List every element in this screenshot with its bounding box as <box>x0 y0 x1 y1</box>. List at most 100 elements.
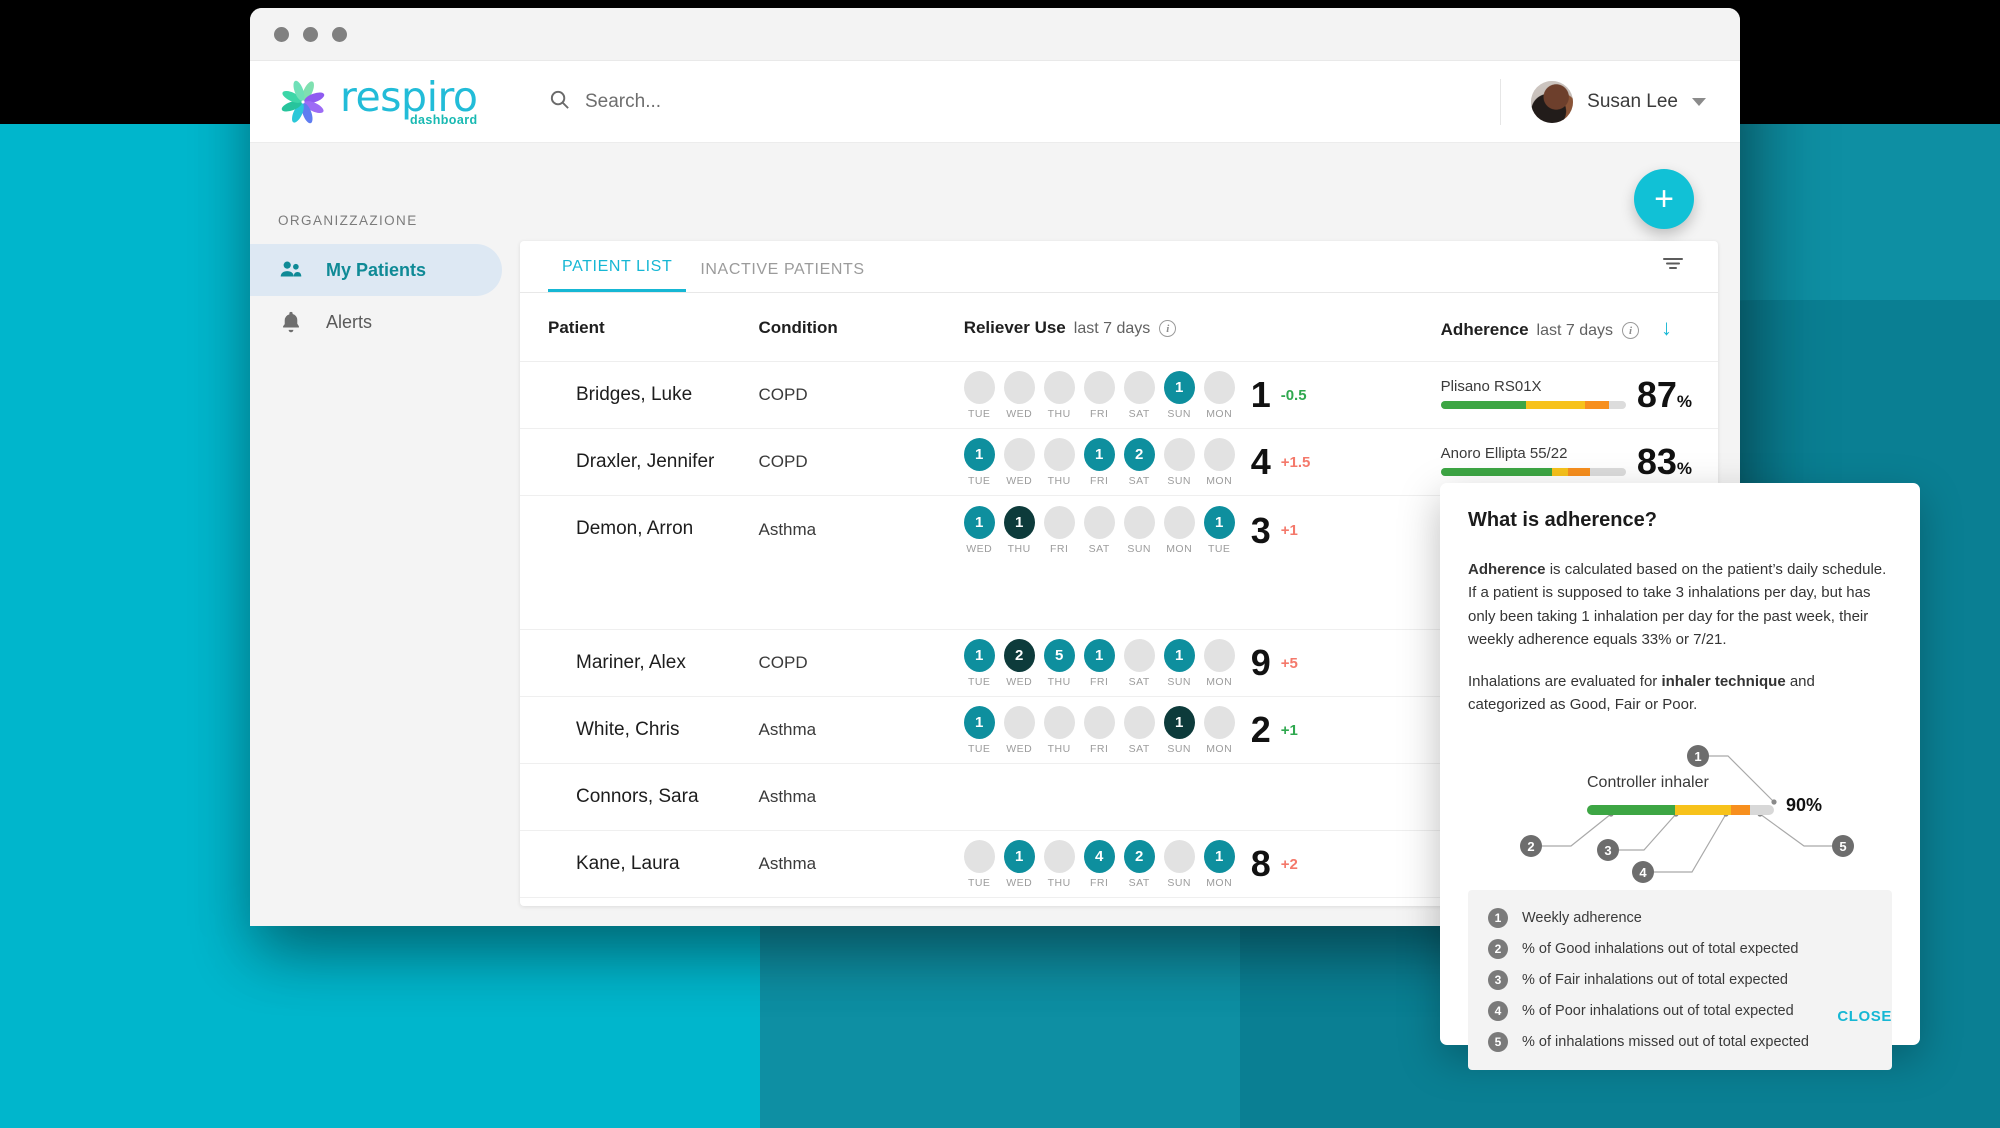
reliever-day[interactable]: 1 SUN <box>1163 638 1195 688</box>
reliever-day[interactable]: THU <box>1043 705 1075 755</box>
reliever-day[interactable]: 4 FRI <box>1083 839 1115 889</box>
reliever-day[interactable]: THU <box>1043 370 1075 420</box>
user-menu[interactable]: Susan Lee <box>1500 78 1740 125</box>
adherence-percent: 87% <box>1636 374 1692 415</box>
reliever-day[interactable]: SUN <box>1123 506 1155 555</box>
adherence-percent-unit: % <box>1676 459 1692 478</box>
reliever-day[interactable]: 1 TUE <box>963 705 995 755</box>
reliever-day-bubble <box>1163 506 1195 539</box>
reliever-day[interactable]: 2 SAT <box>1123 437 1155 487</box>
reliever-day[interactable]: THU <box>1043 839 1075 889</box>
reliever-delta: +2 <box>1280 855 1298 873</box>
reliever-day[interactable]: 1 FRI <box>1083 638 1115 688</box>
popover-p2-bold: inhaler technique <box>1661 672 1786 690</box>
header-reliever-use[interactable]: Reliever Use last 7 days i <box>963 293 1441 362</box>
header-patient[interactable]: Patient <box>520 293 759 362</box>
reliever-day[interactable]: 1 FRI <box>1083 437 1115 487</box>
popover-p1-bold: Adherence <box>1468 561 1546 578</box>
reliever-day-bubble: 1 <box>963 705 995 739</box>
reliever-day-bubble <box>1083 506 1115 539</box>
reliever-day[interactable]: FRI <box>1043 506 1075 555</box>
bar-segment-good <box>1440 400 1526 409</box>
reliever-day-bubble <box>963 839 995 873</box>
reliever-day[interactable]: 2 SAT <box>1123 839 1155 889</box>
popover-p2-pre: Inhalations are evaluated for <box>1468 672 1662 690</box>
sidebar-item-alerts[interactable]: Alerts <box>250 296 502 348</box>
reliever-day-bubble <box>1043 839 1075 873</box>
reliever-day-label: WED <box>1006 742 1033 755</box>
tab-patient-list[interactable]: PATIENT LIST <box>548 258 687 292</box>
cell-patient: Kane, Laura <box>520 831 758 898</box>
reliever-day-label: SUN <box>1167 876 1192 889</box>
reliever-day[interactable]: 1 TUE <box>963 638 995 688</box>
respiro-flower-icon <box>278 77 328 127</box>
cell-reliever-use: 1 WED 1 THU FRI SAT SUN MON 1 TUE 3 +1 <box>963 496 1441 630</box>
reliever-day[interactable]: TUE <box>963 839 995 889</box>
reliever-day[interactable]: FRI <box>1083 705 1115 755</box>
patient-condition: Asthma <box>758 787 817 806</box>
header-condition[interactable]: Condition <box>758 293 964 362</box>
reliever-day[interactable]: MON <box>1203 638 1235 688</box>
reliever-day-bubble <box>1163 839 1195 873</box>
maximize-dot[interactable] <box>332 26 347 42</box>
reliever-day[interactable]: SAT <box>1123 638 1155 688</box>
reliever-day[interactable]: 1 THU <box>1003 506 1035 555</box>
reliever-day-bubble <box>1043 705 1075 739</box>
reliever-day-bubble: 1 <box>963 638 995 672</box>
popover-close-button[interactable]: CLOSE <box>1837 1008 1892 1025</box>
header-adherence[interactable]: Adherence last 7 days i ↓ <box>1440 293 1718 362</box>
reliever-day[interactable]: WED <box>1003 437 1035 487</box>
reliever-day[interactable]: 1 MON <box>1203 839 1235 889</box>
reliever-day[interactable]: WED <box>1003 370 1035 420</box>
table-row[interactable]: Bridges, Luke COPD TUE WED THU FRI SAT 1 SUN MON 1… <box>520 362 1718 429</box>
reliever-day-dots: 1 WED 1 THU FRI SAT SUN MON 1 TUE <box>963 506 1235 555</box>
legend-number: 1 <box>1488 908 1508 929</box>
add-patient-fab-button[interactable]: + <box>1634 169 1694 229</box>
user-name: Susan Lee <box>1587 90 1678 112</box>
minimize-dot[interactable] <box>303 26 318 42</box>
reliever-day[interactable]: MON <box>1203 705 1235 755</box>
reliever-day[interactable]: THU <box>1043 437 1075 487</box>
reliever-day[interactable]: 5 THU <box>1043 638 1075 688</box>
reliever-day[interactable]: SAT <box>1083 506 1115 555</box>
reliever-day[interactable]: MON <box>1203 437 1235 487</box>
reliever-day-bubble <box>1003 705 1035 739</box>
table-head: Patient Condition Reliever Use last 7 day… <box>520 293 1718 362</box>
reliever-day[interactable]: SUN <box>1163 437 1195 487</box>
reliever-day-label: WED <box>966 543 993 555</box>
reliever-day[interactable]: 2 WED <box>1003 638 1035 688</box>
reliever-day-label: SAT <box>1128 474 1150 487</box>
adherence-info-icon[interactable]: i <box>1622 322 1640 340</box>
reliever-day[interactable]: TUE <box>963 370 995 420</box>
reliever-day[interactable]: SAT <box>1123 705 1155 755</box>
search-input[interactable] <box>585 90 1005 113</box>
brand-logo[interactable]: respiro dashboard <box>250 76 520 127</box>
reliever-day-bubble <box>1163 437 1195 471</box>
search-bar[interactable] <box>548 88 1500 116</box>
reliever-day[interactable]: WED <box>1003 705 1035 755</box>
diagram-segment-fair <box>1674 805 1731 816</box>
reliever-info-icon[interactable]: i <box>1159 320 1177 338</box>
reliever-day[interactable]: 1 SUN <box>1163 705 1195 755</box>
tab-inactive-patients[interactable]: INACTIVE PATIENTS <box>686 261 878 292</box>
reliever-day[interactable]: 1 TUE <box>963 437 995 487</box>
reliever-day[interactable]: 1 WED <box>963 506 995 555</box>
reliever-day-bubble: 2 <box>1123 437 1155 471</box>
sort-descending-arrow-icon[interactable]: ↓ <box>1661 315 1672 340</box>
sidebar-item-my-patients[interactable]: My Patients <box>250 244 502 296</box>
reliever-day[interactable]: SAT <box>1123 370 1155 420</box>
reliever-day[interactable]: 1 TUE <box>1203 506 1235 555</box>
reliever-day[interactable]: 1 SUN <box>1163 370 1195 420</box>
chevron-down-icon[interactable] <box>1692 97 1706 106</box>
close-dot[interactable] <box>274 26 289 42</box>
reliever-day[interactable]: 1 WED <box>1003 839 1035 889</box>
reliever-day-bubble: 1 <box>1203 839 1235 873</box>
reliever-day[interactable]: FRI <box>1083 370 1115 420</box>
reliever-day-label: THU <box>1047 474 1071 487</box>
reliever-day[interactable]: SUN <box>1163 839 1195 889</box>
filter-icon[interactable] <box>1660 253 1686 278</box>
medication-name: Plisano RS01X <box>1440 377 1542 395</box>
reliever-day[interactable]: MON <box>1203 370 1235 420</box>
legend-text: % of Poor inhalations out of total expec… <box>1522 1003 1794 1020</box>
reliever-day[interactable]: MON <box>1163 506 1195 555</box>
